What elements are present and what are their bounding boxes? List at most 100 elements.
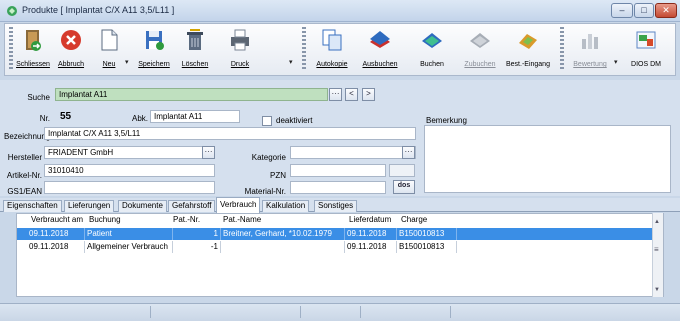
toolbar-grip[interactable]: [9, 27, 13, 71]
tab-dokumente[interactable]: Dokumente: [118, 200, 167, 212]
rating-chart-icon: [582, 34, 598, 49]
tab-kalkulation[interactable]: Kalkulation: [262, 200, 310, 212]
column-header-pat-name[interactable]: Pat.-Name: [223, 214, 261, 226]
search-label: Suche: [27, 93, 50, 102]
toolbar-grip[interactable]: [560, 27, 564, 71]
dos-button[interactable]: dos: [393, 180, 415, 194]
app-icon: [7, 6, 17, 16]
column-header-verbraucht-am[interactable]: Verbraucht am: [31, 214, 83, 226]
cell-verbraucht-am: 09.11.2018: [27, 241, 85, 253]
bewertung-dropdown-arrow[interactable]: ▾: [614, 58, 618, 66]
book-in-icon: [470, 33, 490, 48]
book-out-icon: [370, 31, 390, 48]
table-row[interactable]: 09.11.2018 Allgemeiner Verbrauch -1 09.1…: [17, 241, 653, 253]
scroll-grip-icon[interactable]: ≡: [654, 245, 659, 254]
cell-charge: B150010813: [397, 241, 457, 253]
column-header-lieferdatum[interactable]: Lieferdatum: [349, 214, 391, 226]
tab-gefahrstoff[interactable]: Gefahrstoff: [168, 200, 216, 212]
autokopie-button[interactable]: Autokopie: [310, 25, 354, 73]
search-next-button[interactable]: >: [362, 88, 375, 101]
abbruch-button[interactable]: Abbruch: [54, 25, 88, 73]
pzn-field[interactable]: [290, 164, 386, 177]
neu-dropdown-arrow[interactable]: ▾: [125, 58, 129, 66]
tab-sonstiges[interactable]: Sonstiges: [314, 200, 358, 212]
trash-icon: [187, 29, 203, 50]
pzn-label: PZN: [270, 171, 286, 180]
cell-pat-name: Breitner, Gerhard, *10.02.1979: [221, 228, 345, 240]
abbruch-label: Abbruch: [57, 61, 85, 68]
bemerkung-field[interactable]: [424, 125, 671, 193]
neu-button[interactable]: Neu: [92, 25, 126, 73]
save-icon: [146, 31, 164, 50]
scroll-up-icon[interactable]: ▲: [654, 219, 660, 225]
search-prev-button[interactable]: <: [345, 88, 358, 101]
close-button[interactable]: ✕: [655, 3, 677, 18]
material-nr-field[interactable]: [290, 181, 386, 194]
cell-buchung: Allgemeiner Verbrauch: [85, 241, 173, 253]
zubuchen-button[interactable]: Zubuchen: [460, 25, 500, 73]
gs1-ean-label: GS1/EAN: [7, 187, 42, 196]
hersteller-field[interactable]: FRIADENT GmbH: [44, 146, 215, 159]
loeschen-button[interactable]: Löschen: [176, 25, 214, 73]
status-separator: [300, 306, 301, 318]
tab-eigenschaften[interactable]: Eigenschaften: [3, 200, 62, 212]
neu-label: Neu: [102, 61, 116, 68]
status-bar: [0, 303, 680, 321]
best-eingang-label: Best.-Eingang: [506, 61, 550, 68]
bewertung-label: Bewertung: [573, 61, 607, 68]
new-document-icon: [101, 29, 118, 51]
status-separator: [450, 306, 451, 318]
bewertung-button[interactable]: Bewertung: [568, 25, 612, 73]
buchen-button[interactable]: Buchen: [412, 25, 452, 73]
scroll-down-icon[interactable]: ▼: [654, 287, 660, 293]
pzn-extra-field[interactable]: [389, 164, 415, 177]
column-header-buchung[interactable]: Buchung: [89, 214, 121, 226]
cell-charge: B150010813: [397, 228, 457, 240]
cell-lieferdatum: 09.11.2018: [345, 241, 397, 253]
vertical-scrollbar[interactable]: ▲ ≡ ▼: [652, 213, 663, 297]
cell-verbraucht-am: 09.11.2018: [27, 228, 85, 240]
search-dots-button[interactable]: ···: [329, 88, 342, 101]
minimize-button[interactable]: –: [611, 3, 633, 18]
window-title: Produkte [ Implantat C/X A11 3,5/L11 ]: [22, 5, 175, 15]
abk-label: Abk.: [131, 114, 148, 123]
dios-dm-button[interactable]: DIOS DM: [626, 25, 666, 73]
column-header-pat-nr[interactable]: Pat.-Nr.: [173, 214, 200, 226]
toolbar-grip[interactable]: [302, 27, 306, 71]
verbrauch-table[interactable]: Verbraucht am Buchung Pat.-Nr. Pat.-Name…: [16, 213, 664, 297]
column-header-charge[interactable]: Charge: [401, 214, 427, 226]
cell-pat-nr: -1: [173, 241, 221, 253]
cell-buchung: Patient: [85, 228, 173, 240]
abk-field[interactable]: Implantat A11: [150, 110, 240, 123]
hersteller-dots-button[interactable]: ···: [202, 146, 215, 159]
speichern-button[interactable]: Speichern: [134, 25, 174, 73]
maximize-button[interactable]: □: [634, 3, 654, 18]
bezeichnung-field[interactable]: Implantat C/X A11 3,5/L11: [44, 127, 416, 140]
material-nr-label: Material-Nr.: [244, 187, 286, 196]
artikel-nr-label: Artikel-Nr.: [6, 171, 42, 180]
exit-door-icon: [26, 30, 41, 51]
tab-verbrauch[interactable]: Verbrauch: [216, 197, 261, 213]
table-row[interactable]: 09.11.2018 Patient 1 Breitner, Gerhard, …: [17, 228, 653, 240]
kategorie-field[interactable]: [290, 146, 416, 159]
best-eingang-button[interactable]: Best.-Eingang: [504, 25, 552, 73]
gs1-ean-field[interactable]: [44, 181, 215, 194]
deaktiviert-checkbox[interactable]: [262, 116, 272, 126]
druck-dropdown-arrow[interactable]: ▾: [289, 58, 293, 66]
cell-pat-nr: 1: [173, 228, 221, 240]
book-icon: [422, 33, 442, 48]
speichern-label: Speichern: [138, 61, 170, 68]
tab-lieferungen[interactable]: Lieferungen: [64, 200, 115, 212]
nr-label: Nr.: [39, 114, 50, 123]
dios-dm-icon: [636, 31, 656, 49]
ausbuchen-label: Ausbuchen: [362, 61, 398, 68]
ausbuchen-button[interactable]: Ausbuchen: [358, 25, 402, 73]
autokopie-label: Autokopie: [316, 61, 348, 68]
search-input[interactable]: Implantat A11: [55, 88, 328, 101]
copy-icon: [322, 29, 342, 51]
druck-button[interactable]: Druck: [220, 25, 260, 73]
schliessen-label: Schliessen: [16, 61, 50, 68]
schliessen-button[interactable]: Schliessen: [14, 25, 52, 73]
kategorie-dots-button[interactable]: ···: [402, 146, 415, 159]
artikel-nr-field[interactable]: 31010410: [44, 164, 215, 177]
